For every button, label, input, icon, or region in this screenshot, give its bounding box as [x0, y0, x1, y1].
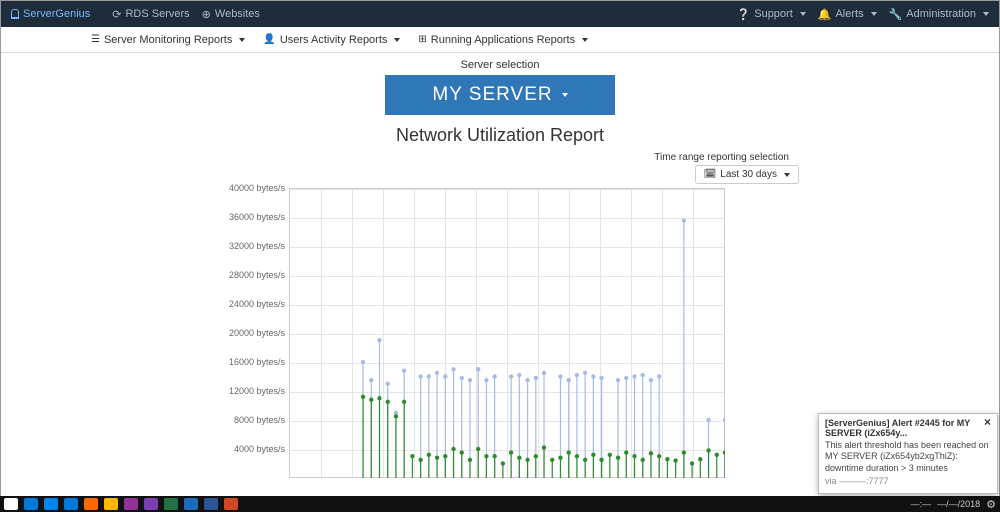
flask-icon	[11, 9, 19, 19]
chevron-down-icon	[582, 38, 588, 42]
nav-support[interactable]: ❔Support	[737, 8, 806, 21]
y-axis-tick: 32000 bytes/s	[229, 241, 285, 251]
nav-rds-servers[interactable]: ⟳ RDS Servers	[112, 8, 189, 21]
taskbar-app-icon[interactable]	[124, 498, 138, 510]
chevron-down-icon	[239, 38, 245, 42]
tab-users-activity[interactable]: 👤 Users Activity Reports	[263, 34, 400, 46]
calendar-icon: 🗓	[704, 169, 717, 180]
y-axis-tick: 20000 bytes/s	[229, 328, 285, 338]
server-button-label: MY SERVER	[432, 84, 552, 106]
brand-label: ServerGenius	[23, 8, 90, 20]
grid-icon: ⊞	[418, 34, 426, 45]
close-icon[interactable]: ×	[984, 418, 991, 427]
taskbar-app-icon[interactable]	[84, 498, 98, 510]
nav-websites[interactable]: ⊕ Websites	[202, 8, 260, 21]
tab-server-monitoring[interactable]: ☰ Server Monitoring Reports	[91, 34, 245, 46]
wrench-icon: 🔧	[889, 8, 903, 21]
taskbar-app-icon[interactable]	[144, 498, 158, 510]
toast-title: [ServerGenius] Alert #2445 for MY SERVER…	[825, 418, 984, 438]
y-axis-tick: 12000 bytes/s	[229, 386, 285, 396]
clock-time: —:—	[911, 499, 932, 509]
help-icon: ❔	[737, 8, 751, 21]
chart-svg	[289, 188, 725, 478]
tab-label: Server Monitoring Reports	[104, 34, 232, 46]
taskbar-app-icon[interactable]	[204, 498, 218, 510]
globe-icon: ⊕	[202, 8, 211, 21]
nav-label: Administration	[906, 8, 976, 20]
taskbar-app-icon[interactable]	[164, 498, 178, 510]
alert-toast: [ServerGenius] Alert #2445 for MY SERVER…	[818, 413, 998, 494]
report-title: Network Utilization Report	[1, 125, 999, 146]
y-axis-tick: 28000 bytes/s	[229, 270, 285, 280]
report-tabs: ☰ Server Monitoring Reports 👤 Users Activi…	[1, 27, 999, 53]
user-icon: 👤	[263, 34, 275, 45]
chevron-down-icon	[871, 12, 877, 16]
time-range-button[interactable]: 🗓 Last 30 days	[695, 165, 799, 184]
chevron-down-icon	[983, 12, 989, 16]
taskbar-app-icon[interactable]	[4, 498, 18, 510]
y-axis-tick: 16000 bytes/s	[229, 357, 285, 367]
taskbar-app-icon[interactable]	[104, 498, 118, 510]
nav-label: Alerts	[835, 8, 863, 20]
tab-label: Users Activity Reports	[280, 34, 388, 46]
chevron-down-icon	[784, 173, 790, 177]
time-range-label: Time range reporting selection	[654, 152, 789, 163]
nav-label: RDS Servers	[125, 8, 189, 20]
server-selection-label: Server selection	[1, 59, 999, 71]
y-axis-tick: 8000 bytes/s	[234, 415, 285, 425]
chevron-down-icon	[800, 12, 806, 16]
taskbar-app-icon[interactable]	[224, 498, 238, 510]
nav-label: Support	[754, 8, 793, 20]
taskbar-app-icon[interactable]	[64, 498, 78, 510]
y-axis-tick: 24000 bytes/s	[229, 299, 285, 309]
gear-icon[interactable]: ⚙	[986, 498, 996, 511]
taskbar: —:— —/—/2018 ⚙	[0, 496, 1000, 512]
bell-icon: 🔔	[818, 8, 832, 21]
toast-body: This alert threshold has been reached on…	[825, 440, 991, 474]
clock-date: —/—/2018	[937, 499, 980, 509]
taskbar-app-icon[interactable]	[184, 498, 198, 510]
top-navbar: ServerGenius ⟳ RDS Servers ⊕ Websites ❔Sup…	[1, 1, 999, 27]
nav-label: Websites	[215, 8, 260, 20]
server-select-button[interactable]: MY SERVER	[385, 75, 615, 115]
nav-alerts[interactable]: 🔔Alerts	[818, 8, 877, 21]
list-icon: ☰	[91, 34, 100, 45]
chevron-down-icon	[562, 93, 568, 97]
y-axis-tick: 40000 bytes/s	[229, 183, 285, 193]
y-axis-tick: 4000 bytes/s	[234, 444, 285, 454]
chevron-down-icon	[394, 38, 400, 42]
refresh-icon: ⟳	[112, 8, 121, 21]
y-axis-tick: 36000 bytes/s	[229, 212, 285, 222]
taskbar-app-icon[interactable]	[44, 498, 58, 510]
toast-via: via ———:7777	[825, 476, 991, 487]
tab-running-apps[interactable]: ⊞ Running Applications Reports	[418, 34, 588, 46]
nav-administration[interactable]: 🔧Administration	[889, 8, 989, 21]
taskbar-app-icon[interactable]	[24, 498, 38, 510]
tab-label: Running Applications Reports	[431, 34, 575, 46]
network-chart: 4000 bytes/s8000 bytes/s12000 bytes/s160…	[245, 188, 725, 478]
system-tray: —:— —/—/2018 ⚙	[911, 498, 996, 511]
time-range-value: Last 30 days	[720, 169, 777, 180]
brand[interactable]: ServerGenius	[11, 8, 90, 20]
